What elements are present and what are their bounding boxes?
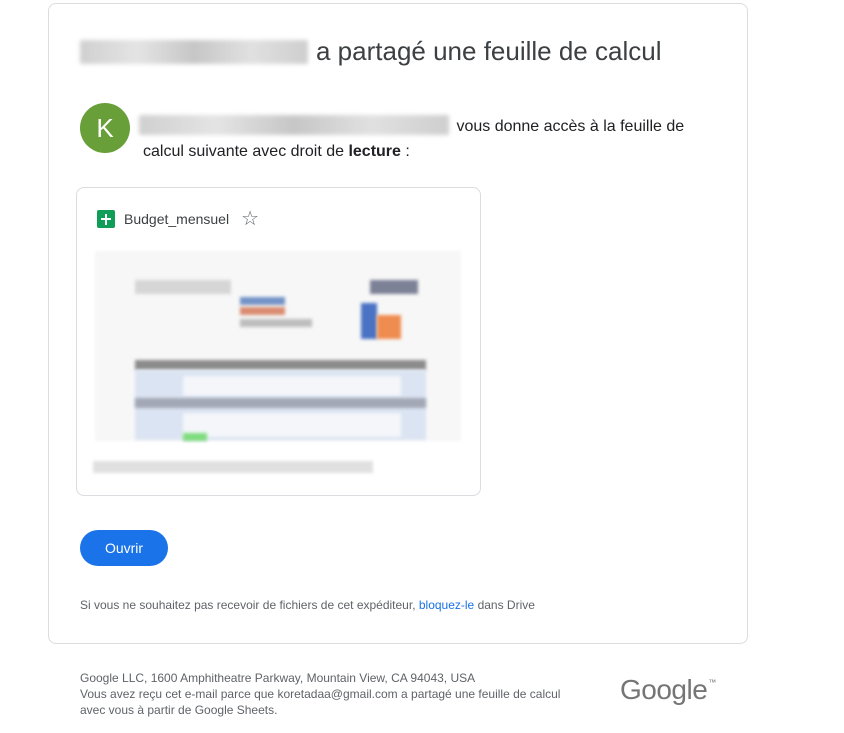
thumbnail-chart-bar	[240, 319, 312, 327]
email-footer: Google LLC, 1600 Amphitheatre Parkway, M…	[80, 670, 600, 718]
thumbnail-chart-bar	[377, 315, 401, 339]
footer-address: Google LLC, 1600 Amphitheatre Parkway, M…	[80, 671, 476, 685]
block-sender-link[interactable]: bloquez-le	[419, 598, 474, 612]
avatar-letter: K	[96, 112, 114, 143]
thumbnail-title-block	[135, 280, 231, 294]
permission-level: lecture	[348, 143, 401, 160]
thumbnail-chart-bar	[361, 303, 377, 339]
thumbnail-header-block	[370, 280, 418, 294]
footer-notice-line1: Vous avez reçu cet e-mail parce que kore…	[80, 687, 561, 701]
thumbnail-table-header	[135, 360, 426, 370]
headline-text: a partagé une feuille de calcul	[316, 36, 662, 66]
thumbnail-table-row	[183, 376, 401, 396]
thumbnail-chart-bar	[240, 297, 285, 305]
star-outline-icon[interactable]: ☆	[241, 209, 259, 229]
google-sheets-icon	[97, 210, 115, 228]
redacted-sender-name	[80, 39, 308, 64]
file-header: Budget_mensuel ☆	[97, 209, 259, 229]
open-button[interactable]: Ouvrir	[80, 530, 168, 566]
unsubscribe-notice: Si vous ne souhaitez pas recevoir de fic…	[80, 598, 535, 612]
thumbnail-chart-bar	[240, 307, 285, 315]
google-logo-text: Google	[620, 674, 708, 705]
thumbnail-sheet-tabs	[93, 461, 373, 473]
google-logo-tm: ™	[708, 678, 716, 687]
footer-notice-line2: avec vous à partir de Google Sheets.	[80, 703, 278, 717]
file-preview-card[interactable]: Budget_mensuel ☆	[76, 187, 481, 496]
redacted-sender-email	[139, 115, 449, 135]
spreadsheet-thumbnail[interactable]	[77, 243, 480, 495]
sender-avatar: K	[80, 103, 130, 153]
thumbnail-table-row	[183, 413, 401, 437]
thumbnail-table-divider	[135, 398, 426, 408]
file-name[interactable]: Budget_mensuel	[124, 211, 229, 227]
google-logo: Google™	[620, 674, 716, 706]
message-end: :	[400, 143, 410, 160]
unsubscribe-suffix: dans Drive	[474, 598, 535, 612]
email-headline: a partagé une feuille de calcul	[80, 36, 661, 67]
unsubscribe-prefix: Si vous ne souhaitez pas recevoir de fic…	[80, 598, 419, 612]
thumbnail-cell-highlight	[183, 433, 207, 441]
share-message: vous donne accès à la feuille de calcul …	[139, 114, 703, 164]
